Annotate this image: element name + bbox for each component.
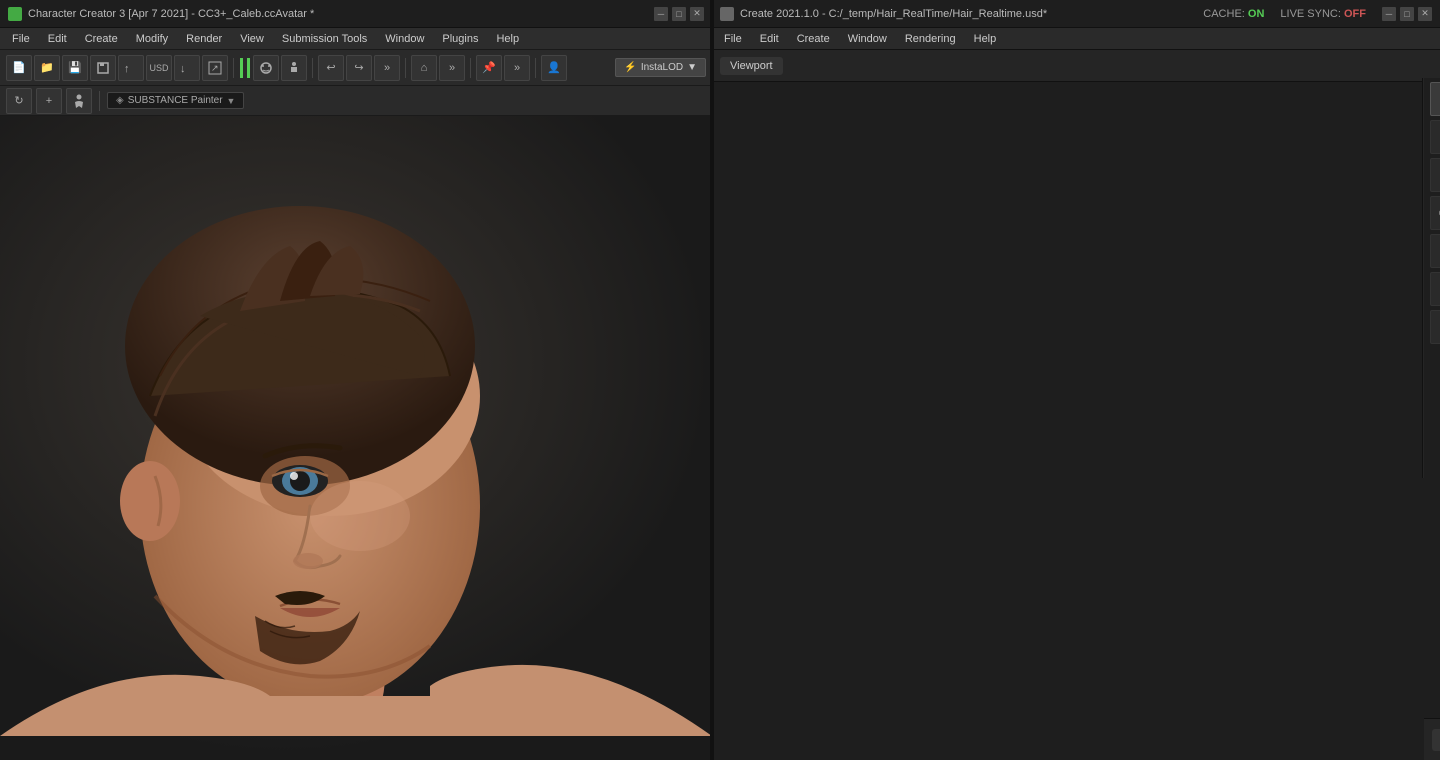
cc3-app-icon bbox=[8, 7, 22, 21]
character-button[interactable] bbox=[66, 88, 92, 114]
bottom-tab-bar: Content Console bbox=[1424, 718, 1440, 760]
insta-lod-icon: ⚡ bbox=[624, 62, 636, 73]
right-close-button[interactable]: ✕ bbox=[1418, 7, 1432, 21]
rotate-button[interactable]: ↻ bbox=[6, 88, 32, 114]
menu-submission-tools[interactable]: Submission Tools bbox=[274, 31, 375, 47]
separator-5 bbox=[535, 58, 536, 78]
left-titlebar: Character Creator 3 [Apr 7 2021] - CC3+_… bbox=[0, 0, 712, 28]
redo-button[interactable]: ↪ bbox=[346, 55, 372, 81]
right-menu-window[interactable]: Window bbox=[840, 31, 895, 47]
menu-plugins[interactable]: Plugins bbox=[434, 31, 486, 47]
left-toolbar-main: 📄 📁 💾 ↑ USD ↓ ↗ ↩ ↪ » ⌂ » 📌 bbox=[0, 50, 712, 86]
right-titlebar: Create 2021.1.0 - C:/_temp/Hair_RealTime… bbox=[712, 0, 1440, 28]
green-indicator-1 bbox=[240, 58, 243, 78]
menu-create[interactable]: Create bbox=[77, 31, 126, 47]
right-minimize-button[interactable]: ─ bbox=[1382, 7, 1396, 21]
menu-window[interactable]: Window bbox=[377, 31, 432, 47]
body-button[interactable] bbox=[281, 55, 307, 81]
insta-lod-chevron: ▼ bbox=[687, 62, 697, 73]
left-close-button[interactable]: ✕ bbox=[690, 7, 704, 21]
left-viewport[interactable] bbox=[0, 116, 712, 760]
orbit-tool-button[interactable] bbox=[1430, 120, 1440, 154]
right-window-title: Create 2021.1.0 - C:/_temp/Hair_RealTime… bbox=[740, 8, 1197, 20]
morph-button[interactable] bbox=[253, 55, 279, 81]
viewport-tab[interactable]: Viewport bbox=[720, 57, 783, 75]
separator-3 bbox=[405, 58, 406, 78]
cursor-button[interactable]: + bbox=[36, 88, 62, 114]
more-button[interactable]: » bbox=[374, 55, 400, 81]
pan-tool-button[interactable] bbox=[1430, 196, 1440, 230]
right-menu-rendering[interactable]: Rendering bbox=[897, 31, 964, 47]
undo-button[interactable]: ↩ bbox=[318, 55, 344, 81]
open-file-button[interactable]: 📁 bbox=[34, 55, 60, 81]
home-button[interactable]: ⌂ bbox=[411, 55, 437, 81]
insta-lod-button[interactable]: ⚡ InstaLOD ▼ bbox=[615, 58, 706, 77]
left-window-title: Character Creator 3 [Apr 7 2021] - CC3+_… bbox=[28, 8, 648, 20]
separator-2 bbox=[312, 58, 313, 78]
insta-lod-label: InstaLOD bbox=[641, 62, 683, 73]
right-menu-file[interactable]: File bbox=[716, 31, 750, 47]
substance-chevron: ▼ bbox=[227, 96, 236, 106]
menu-view[interactable]: View bbox=[232, 31, 272, 47]
new-file-button[interactable]: 📄 bbox=[6, 55, 32, 81]
user-button[interactable]: 👤 bbox=[541, 55, 567, 81]
cache-live-status: CACHE: ON LIVE SYNC: OFF bbox=[1203, 8, 1366, 20]
right-menu-edit[interactable]: Edit bbox=[752, 31, 787, 47]
right-menu-create[interactable]: Create bbox=[789, 31, 838, 47]
right-panel: Create 2021.1.0 - C:/_temp/Hair_RealTime… bbox=[712, 0, 1440, 760]
anchor-button[interactable] bbox=[1430, 272, 1440, 306]
substance-icon: ◈ bbox=[116, 95, 124, 106]
menu-edit[interactable]: Edit bbox=[40, 31, 75, 47]
menu-render[interactable]: Render bbox=[178, 31, 230, 47]
left-menubar: File Edit Create Modify Render View Subm… bbox=[0, 28, 712, 50]
pin-button[interactable]: 📌 bbox=[476, 55, 502, 81]
content-tab[interactable]: Content bbox=[1432, 729, 1440, 751]
live-sync-off-value: OFF bbox=[1344, 8, 1366, 20]
create-app-icon bbox=[720, 7, 734, 21]
right-maximize-button[interactable]: □ bbox=[1400, 7, 1414, 21]
substance-label: SUBSTANCE Painter bbox=[128, 95, 223, 106]
select-tool-button[interactable] bbox=[1430, 82, 1440, 116]
save-button[interactable]: 💾 bbox=[62, 55, 88, 81]
live-sync-status: LIVE SYNC: OFF bbox=[1280, 8, 1366, 20]
zoom-tool-button[interactable] bbox=[1430, 158, 1440, 192]
left-toolbar-secondary: ↻ + ◈ SUBSTANCE Painter ▼ bbox=[0, 86, 712, 116]
panel-divider bbox=[710, 0, 714, 760]
left-character-render bbox=[0, 116, 712, 736]
right-menubar: File Edit Create Window Rendering Help bbox=[712, 28, 1440, 50]
play-button[interactable] bbox=[1430, 310, 1440, 344]
svg-text:↗: ↗ bbox=[211, 63, 219, 73]
left-window-controls: ─ □ ✕ bbox=[654, 7, 704, 21]
right-window-controls: ─ □ ✕ bbox=[1382, 7, 1432, 21]
import-button[interactable]: ↓ bbox=[174, 55, 200, 81]
right-menu-help[interactable]: Help bbox=[966, 31, 1005, 47]
cache-status: CACHE: ON bbox=[1203, 8, 1264, 20]
more2-button[interactable]: » bbox=[504, 55, 530, 81]
green-indicator-2 bbox=[247, 58, 250, 78]
left-minimize-button[interactable]: ─ bbox=[654, 7, 668, 21]
viewport-tab-bar: Viewport bbox=[712, 50, 1440, 82]
svg-text:↑: ↑ bbox=[124, 63, 130, 75]
menu-modify[interactable]: Modify bbox=[128, 31, 176, 47]
menu-file[interactable]: File bbox=[4, 31, 38, 47]
view-more-button[interactable]: » bbox=[439, 55, 465, 81]
export-button[interactable]: ↑ bbox=[118, 55, 144, 81]
right-sidebar bbox=[1424, 78, 1440, 698]
substance-button[interactable]: ◈ SUBSTANCE Painter ▼ bbox=[107, 92, 244, 109]
separator-4 bbox=[470, 58, 471, 78]
menu-help[interactable]: Help bbox=[488, 31, 527, 47]
left-panel: Character Creator 3 [Apr 7 2021] - CC3+_… bbox=[0, 0, 712, 760]
svg-text:↓: ↓ bbox=[180, 63, 186, 75]
save-as-button[interactable] bbox=[90, 55, 116, 81]
separator-t2 bbox=[99, 91, 100, 111]
cache-on-value: ON bbox=[1248, 8, 1265, 20]
export2-button[interactable]: ↗ bbox=[202, 55, 228, 81]
left-maximize-button[interactable]: □ bbox=[672, 7, 686, 21]
usd-button[interactable]: USD bbox=[146, 55, 172, 81]
expand-button[interactable] bbox=[1430, 234, 1440, 268]
separator-1 bbox=[233, 58, 234, 78]
